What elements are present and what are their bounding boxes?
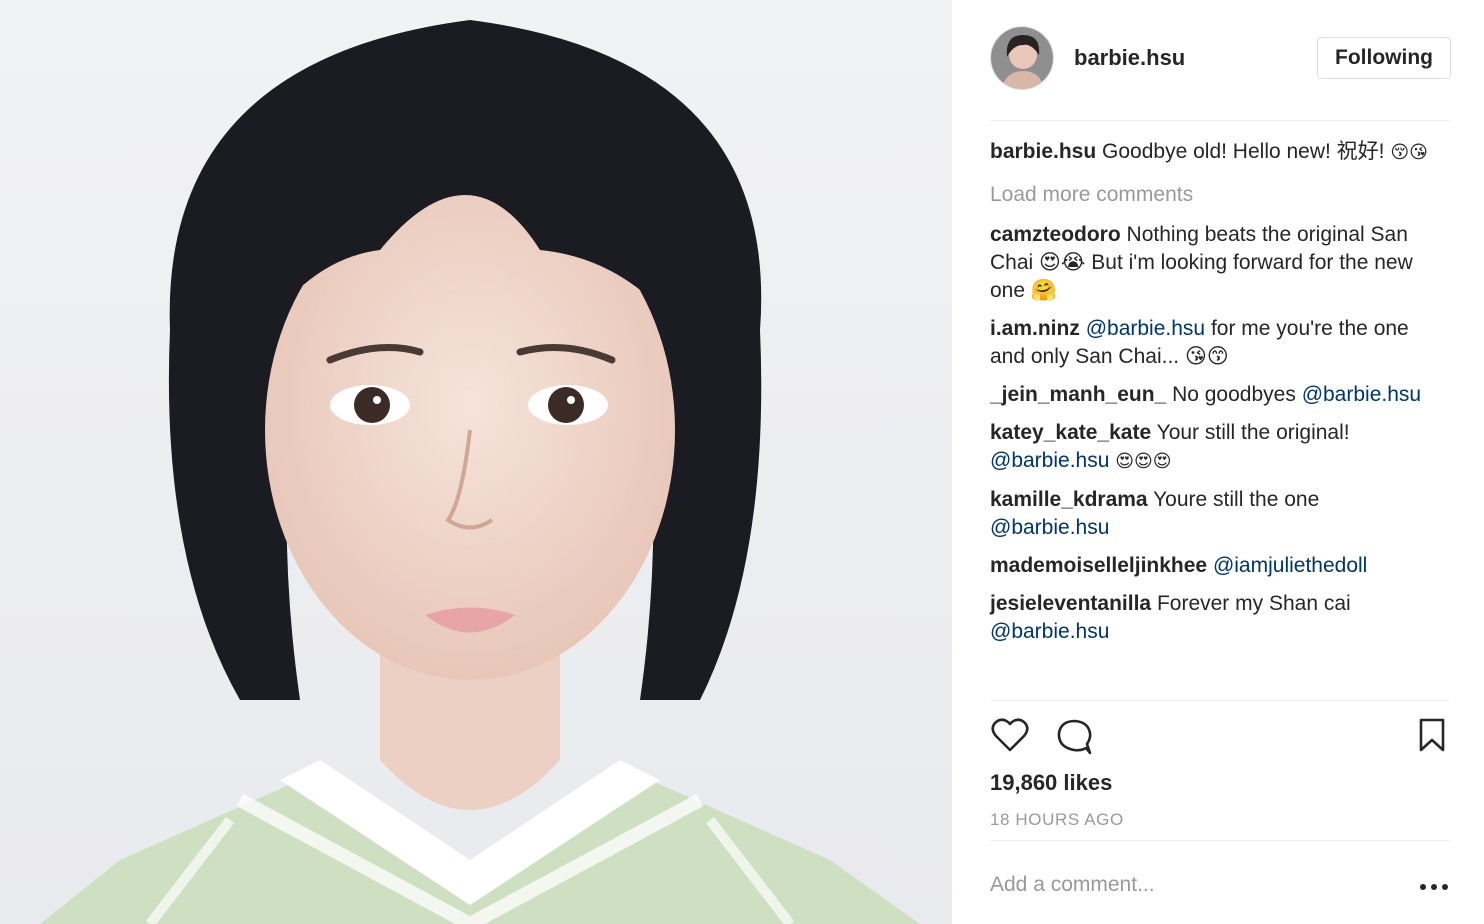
caption-text: Goodbye old! Hello new! 祝好! bbox=[1102, 140, 1385, 163]
comment-username[interactable]: mademoiselleljinkhee bbox=[990, 554, 1207, 577]
comment-mention[interactable]: @barbie.hsu bbox=[1086, 317, 1205, 340]
comment-text: Forever my Shan cai bbox=[1156, 592, 1351, 615]
heart-icon[interactable] bbox=[990, 716, 1030, 756]
comment-item: mademoiselleljinkhee @iamjuliethedoll bbox=[990, 552, 1438, 580]
post-timestamp[interactable]: 18 HOURS AGO bbox=[990, 810, 1124, 830]
comment-username[interactable]: _jein_manh_eun_ bbox=[990, 383, 1166, 406]
bookmark-icon[interactable] bbox=[1412, 716, 1452, 756]
comment-text: Youre still the one bbox=[1153, 488, 1320, 511]
caption-username[interactable]: barbie.hsu bbox=[990, 140, 1096, 163]
portrait-image bbox=[0, 0, 952, 924]
comment-text: Your still the original! bbox=[1156, 421, 1350, 444]
comment-mention[interactable]: @barbie.hsu bbox=[1302, 383, 1421, 406]
post-side-panel: barbie.hsu Following barbie.hsu Goodbye … bbox=[952, 0, 1484, 924]
comment-item: _jein_manh_eun_ No goodbyes @barbie.hsu bbox=[990, 381, 1438, 409]
ellipsis-icon[interactable] bbox=[1414, 872, 1454, 902]
comment-username[interactable]: i.am.ninz bbox=[990, 317, 1080, 340]
comment-mention[interactable]: @iamjuliethedoll bbox=[1213, 554, 1367, 577]
footer-divider bbox=[990, 840, 1450, 841]
avatar-image bbox=[991, 27, 1053, 89]
comment-item: jesieleventanilla Forever my Shan cai @b… bbox=[990, 590, 1438, 646]
caption-emoji: 😚😘 bbox=[1390, 142, 1428, 163]
comments-list: barbie.hsu Goodbye old! Hello new! 祝好! 😚… bbox=[990, 138, 1438, 656]
comment-mention[interactable]: @barbie.hsu bbox=[990, 516, 1109, 539]
add-comment-input[interactable] bbox=[990, 862, 1400, 908]
action-bar bbox=[990, 716, 1450, 756]
post-photo[interactable] bbox=[0, 0, 952, 924]
comment-username[interactable]: jesieleventanilla bbox=[990, 592, 1151, 615]
comment-username[interactable]: katey_kate_kate bbox=[990, 421, 1151, 444]
comment-item: camzteodoro Nothing beats the original S… bbox=[990, 221, 1438, 305]
following-button[interactable]: Following bbox=[1317, 37, 1451, 79]
author-username[interactable]: barbie.hsu bbox=[1074, 45, 1185, 71]
comment-mention[interactable]: @barbie.hsu bbox=[990, 449, 1109, 472]
comment-item: katey_kate_kate Your still the original!… bbox=[990, 419, 1438, 476]
comment-text: No goodbyes bbox=[1172, 383, 1296, 406]
comment-username[interactable]: kamille_kdrama bbox=[990, 488, 1148, 511]
comment-emoji: 😍😍😍 bbox=[1115, 451, 1172, 472]
header-divider bbox=[990, 120, 1450, 121]
speech-bubble-icon[interactable] bbox=[1054, 716, 1094, 756]
caption: barbie.hsu Goodbye old! Hello new! 祝好! 😚… bbox=[990, 138, 1438, 167]
likes-count[interactable]: 19,860 likes bbox=[990, 770, 1112, 796]
post-header: barbie.hsu Following bbox=[990, 26, 1451, 90]
comment-item: kamille_kdrama Youre still the one @barb… bbox=[990, 486, 1438, 542]
comment-username[interactable]: camzteodoro bbox=[990, 223, 1121, 246]
comments-divider bbox=[990, 700, 1450, 701]
comment-mention[interactable]: @barbie.hsu bbox=[990, 620, 1109, 643]
avatar[interactable] bbox=[990, 26, 1054, 90]
comment-item: i.am.ninz @barbie.hsu for me you're the … bbox=[990, 315, 1438, 371]
load-more-comments-link[interactable]: Load more comments bbox=[990, 181, 1438, 209]
